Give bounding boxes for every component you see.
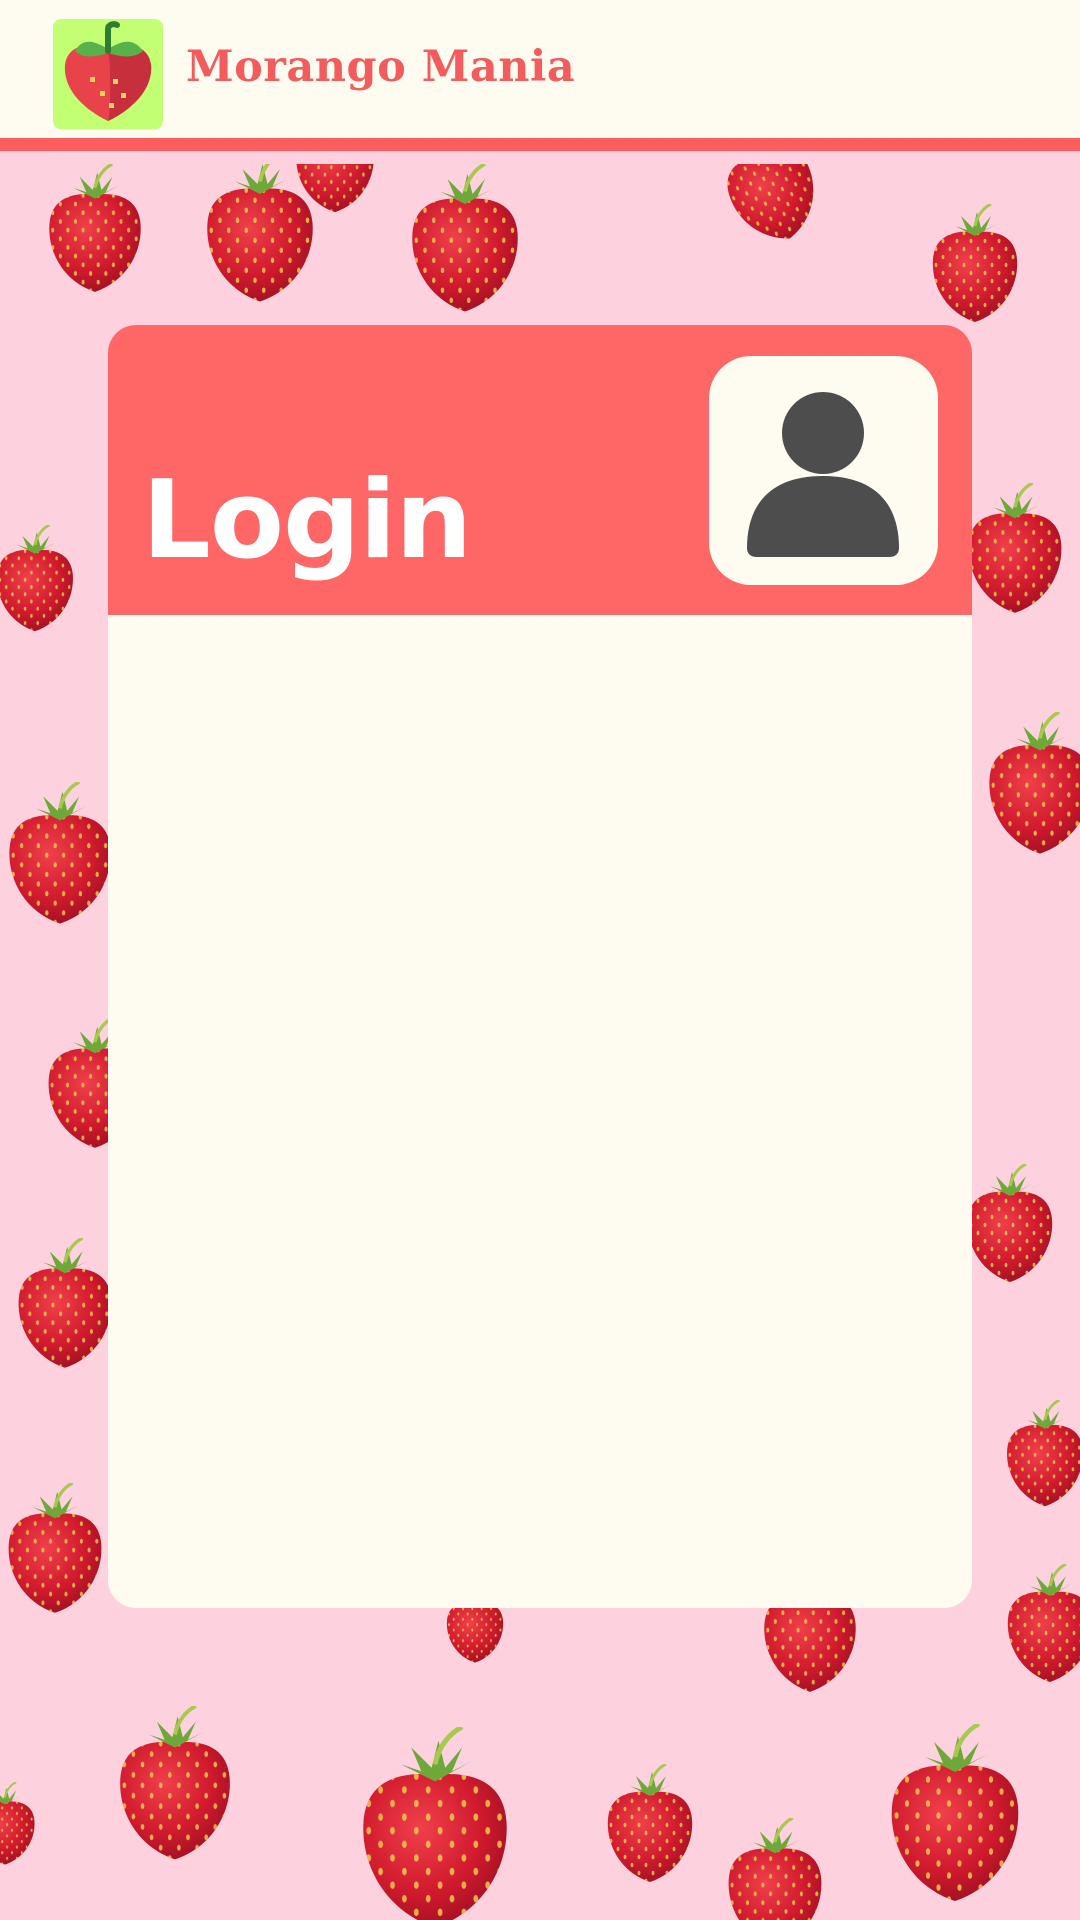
strawberry-icon <box>0 1474 110 1624</box>
strawberry-icon <box>10 1224 120 1384</box>
strawberry-icon <box>0 764 120 944</box>
strawberry-icon <box>1000 1384 1080 1524</box>
login-form-area <box>108 615 972 1608</box>
strawberry-icon <box>0 1724 40 1920</box>
strawberry-icon <box>880 1724 1030 1904</box>
app-header: Morango Mania <box>0 0 1080 151</box>
login-card: Login <box>108 325 972 1608</box>
strawberry-logo-icon[interactable] <box>53 19 163 129</box>
strawberry-icon <box>400 164 530 314</box>
strawberry-icon <box>980 694 1080 874</box>
page-title: Login <box>142 458 472 583</box>
strawberry-icon <box>960 474 1070 624</box>
strawberry-icon <box>600 1724 700 1920</box>
strawberry-icon <box>110 1684 240 1884</box>
strawberry-icon <box>0 524 80 634</box>
app-title: Morango Mania <box>186 42 576 92</box>
strawberry-icon <box>1000 1544 1080 1704</box>
login-card-header: Login <box>108 325 972 615</box>
strawberry-icon <box>350 1724 520 1920</box>
strawberry-icon <box>960 1144 1060 1304</box>
strawberry-icon <box>720 1794 830 1920</box>
strawberry-icon <box>684 164 857 264</box>
strawberry-icon <box>30 164 160 294</box>
strawberry-icon <box>900 204 1050 324</box>
user-avatar-icon[interactable] <box>709 356 938 585</box>
strawberry-icon <box>285 164 385 214</box>
